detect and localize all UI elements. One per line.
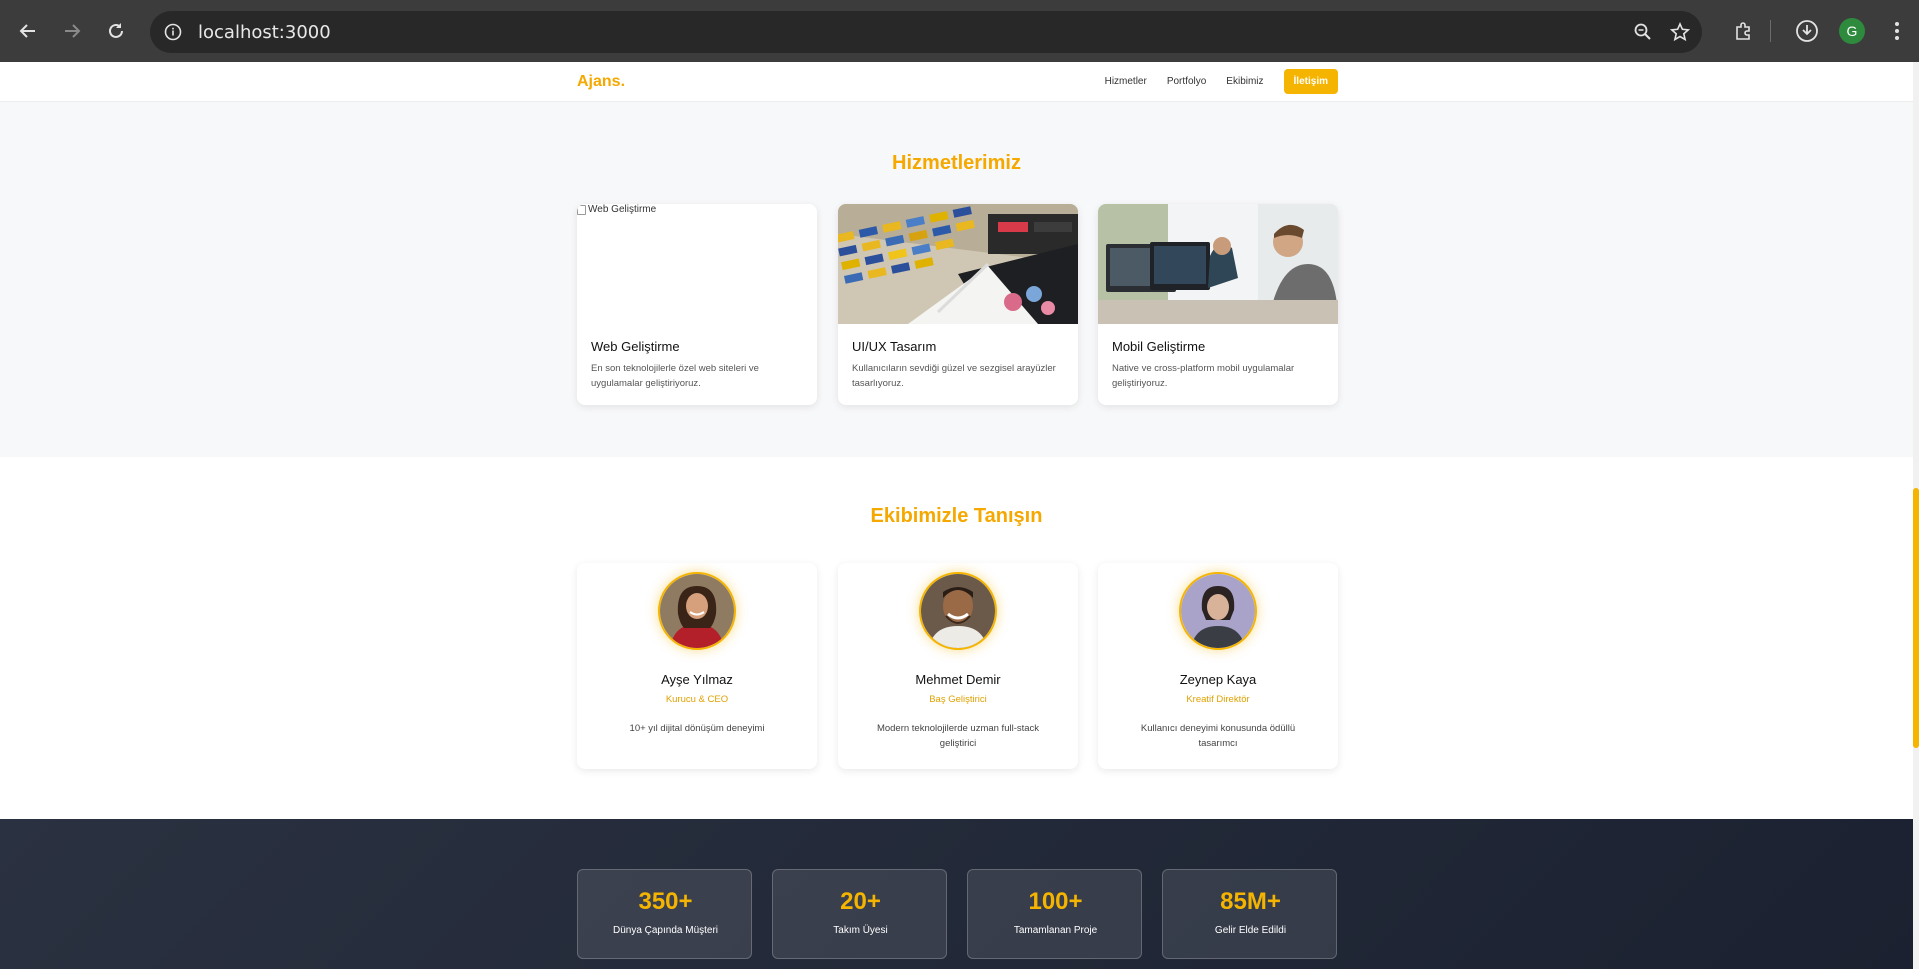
service-description: En son teknolojilerle özel web siteleri … [591,363,759,389]
stat-card: 100+ Tamamlanan Proje [967,869,1142,959]
services-section: Hizmetlerimiz Web Geliştirme Web Gelişti… [0,102,1913,457]
service-title: UI/UX Tasarım [852,339,937,354]
member-role: Kreatif Direktör [1186,694,1250,705]
service-card-uiux[interactable]: UI/UX Tasarım Kullanıcıların sevdiği güz… [838,204,1078,405]
team-section: Ekibimizle Tanışın Ayşe Yılmaz Kurucu & … [0,457,1913,819]
services-title: Hizmetlerimiz [892,152,1021,174]
zoom-icon[interactable] [1634,23,1652,41]
team-member-card[interactable]: Ayşe Yılmaz Kurucu & CEO 10+ yıl dijital… [577,563,817,769]
service-image-developers [1098,204,1338,324]
bookmark-star-icon[interactable] [1670,22,1690,42]
member-name: Ayşe Yılmaz [661,672,733,687]
stat-label: Dünya Çapında Müşteri [612,925,719,936]
member-role: Baş Geliştirici [929,694,987,705]
service-description: Kullanıcıların sevdiği güzel ve sezgisel… [852,363,1056,389]
scrollbar-thumb[interactable] [1913,488,1919,748]
menu-button[interactable] [1875,9,1919,53]
stat-card: 350+ Dünya Çapında Müşteri [577,869,752,959]
service-title: Mobil Geliştirme [1112,339,1206,354]
back-button[interactable] [6,9,50,53]
stat-label: Takım Üyesi [833,925,888,936]
url-text[interactable]: localhost:3000 [198,22,331,43]
team-member-photo [658,572,736,650]
service-description: Native ve cross-platform mobil uygulamal… [1112,363,1295,389]
service-image-color-swatches [838,204,1078,324]
downloads-button[interactable] [1785,9,1829,53]
service-image-broken: Web Geliştirme [577,204,817,324]
member-name: Zeynep Kaya [1179,672,1257,687]
site-info-button[interactable] [152,11,194,53]
service-card-mobile[interactable]: Mobil Geliştirme Native ve cross-platfor… [1098,204,1338,405]
contact-button[interactable]: İletişim [1283,69,1338,94]
stat-label: Gelir Elde Edildi [1214,925,1287,936]
team-member-card[interactable]: Zeynep Kaya Kreatif Direktör Kullanıcı d… [1098,563,1338,769]
stat-value: 85M+ [1220,888,1281,915]
team-member-card[interactable]: Mehmet Demir Baş Geliştirici Modern tekn… [838,563,1078,769]
reload-button[interactable] [94,9,138,53]
member-description: 10+ yıl dijital dönüşüm deneyimi [629,723,765,734]
stat-card: 20+ Takım Üyesi [772,869,947,959]
member-role: Kurucu & CEO [665,694,729,705]
member-description: Modern teknolojilerde uzman full-stack g… [876,723,1040,749]
nav-link-services[interactable]: Hizmetler [1105,76,1147,87]
download-icon [1796,20,1818,42]
nav-link-portfolio[interactable]: Portfolyo [1167,76,1206,87]
broken-image-alt: Web Geliştirme [577,204,656,215]
arrow-left-icon [19,24,35,38]
site-logo[interactable]: Ajans. [577,73,625,91]
site-header: Ajans. Hizmetler Portfolyo Ekibimiz İlet… [0,62,1913,102]
image-alt-text: Web Geliştirme [588,204,657,215]
team-title: Ekibimizle Tanışın [870,505,1043,527]
info-icon [164,23,182,41]
arrow-right-icon [65,24,81,38]
profile-avatar[interactable]: G [1839,18,1865,44]
stat-label: Tamamlanan Proje [1013,925,1098,936]
browser-toolbar: localhost:3000 G [0,0,1919,62]
forward-button[interactable] [50,9,94,53]
stats-section: 350+ Dünya Çapında Müşteri 20+ Takım Üye… [0,819,1913,969]
puzzle-icon [1736,22,1750,40]
service-title: Web Geliştirme [591,339,680,354]
reload-icon [109,23,123,38]
team-member-photo [1179,572,1257,650]
service-card-web[interactable]: Web Geliştirme Web Geliştirme En son tek… [577,204,817,405]
address-bar[interactable]: localhost:3000 [150,11,1702,53]
broken-image-icon [577,204,586,215]
team-member-photo [919,572,997,650]
stat-value: 350+ [638,888,693,915]
nav-link-team[interactable]: Ekibimiz [1226,76,1263,87]
page-scrollbar[interactable] [1913,62,1919,969]
main-menu: Hizmetler Portfolyo Ekibimiz İletişim [1105,69,1338,94]
stat-value: 100+ [1028,888,1083,915]
member-name: Mehmet Demir [915,672,1001,687]
toolbar-divider [1770,20,1771,42]
kebab-menu-icon [1895,22,1899,40]
page-viewport: Ajans. Hizmetler Portfolyo Ekibimiz İlet… [0,62,1913,969]
stat-value: 20+ [840,888,881,915]
extensions-button[interactable] [1722,9,1766,53]
stat-card: 85M+ Gelir Elde Edildi [1162,869,1337,959]
member-description: Kullanıcı deneyimi konusunda ödüllü tasa… [1140,723,1296,749]
